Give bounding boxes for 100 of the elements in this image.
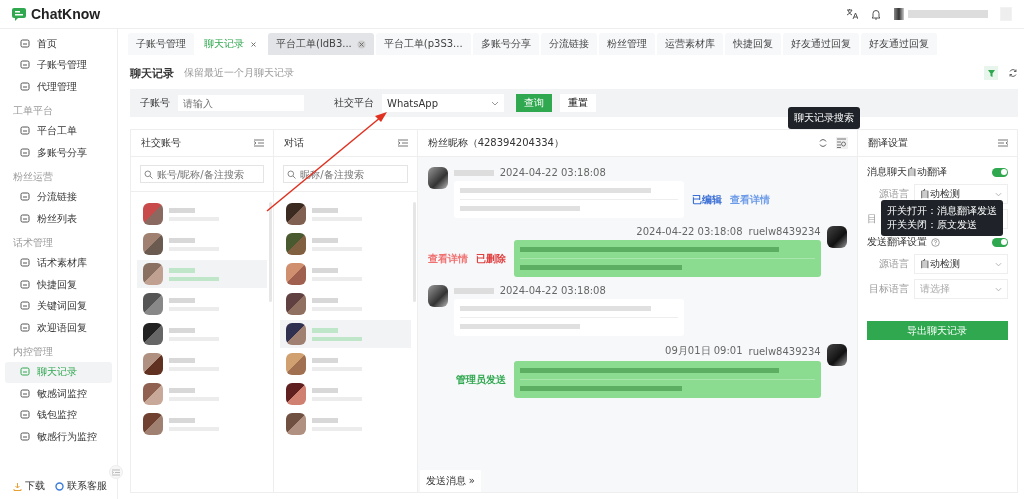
nav-icon	[20, 279, 30, 290]
filter-icon	[986, 68, 996, 78]
nav-section-title: 内控管理	[12, 344, 54, 359]
filter-button[interactable]	[984, 66, 998, 80]
contact-item[interactable]	[280, 320, 411, 348]
chevron-down-icon	[995, 286, 1002, 292]
list-toggle-icon[interactable]	[254, 139, 265, 147]
chevron-down-icon	[995, 261, 1002, 267]
nav-item[interactable]: 关键词回复	[5, 295, 112, 317]
nav-section-title: 工单平台	[12, 103, 54, 118]
search-list-icon	[836, 138, 847, 148]
nav-item[interactable]: 敏感行为监控	[5, 426, 112, 448]
nav-icon	[20, 147, 30, 158]
platform-select[interactable]: WhatsApp	[382, 94, 504, 112]
toggle-switch[interactable]	[992, 167, 1008, 177]
chevron-down-icon	[491, 100, 499, 106]
message-time: 09月01日 09:01	[665, 344, 743, 358]
blurred-name	[453, 287, 494, 294]
translate-icon[interactable]	[846, 8, 858, 20]
avatar	[826, 226, 847, 248]
download-icon	[13, 481, 22, 491]
nav-item[interactable]: 分流链接	[5, 186, 112, 208]
nav-item[interactable]: 欢迎语回复	[5, 317, 112, 339]
nav-section-title: 话术管理	[12, 235, 54, 250]
setting-label: 发送翻译设置	[866, 235, 927, 249]
tooltip: 聊天记录搜索	[787, 107, 860, 129]
tooltip-line: 开关打开：消息翻译发送	[886, 204, 997, 218]
tab[interactable]: 好友通过回复	[860, 33, 937, 55]
refresh-icon[interactable]	[1008, 68, 1018, 78]
nav-item[interactable]: 子账号管理	[5, 54, 112, 76]
user-avatar[interactable]	[894, 8, 904, 20]
tab[interactable]: 分流链接	[540, 33, 597, 55]
field-label: 子账号	[140, 96, 170, 110]
nav-icon	[20, 367, 30, 378]
nav-item[interactable]: 平台工单	[5, 120, 112, 142]
chevron-down-icon	[995, 191, 1002, 197]
nav-item[interactable]: 代理管理	[5, 76, 112, 98]
close-icon[interactable]	[249, 39, 258, 49]
nav-item[interactable]: 快捷回复	[5, 274, 112, 296]
sender-id: ruelw8439234	[748, 226, 821, 237]
nav-item[interactable]: 多账号分享	[5, 142, 112, 164]
nav-icon	[20, 38, 30, 49]
tab[interactable]: 运营素材库	[656, 33, 723, 55]
bell-icon[interactable]	[870, 8, 882, 20]
message-action-link[interactable]: 已删除	[475, 251, 506, 266]
search-field[interactable]: 账号/昵称/备注搜索	[140, 165, 265, 183]
tab[interactable]: 平台工单(ldB3...	[268, 33, 374, 55]
tab[interactable]: 快捷回复	[724, 33, 781, 55]
nav-icon	[20, 322, 30, 333]
message-action-link[interactable]: 已编辑	[691, 192, 722, 207]
avatar	[427, 167, 448, 189]
message-time: 2024-04-22 03:18:08	[499, 285, 606, 296]
nav-item[interactable]: 敏感词监控	[5, 383, 112, 405]
refresh-icon[interactable]	[817, 138, 828, 148]
tab[interactable]: 粉丝管理	[598, 33, 655, 55]
tab[interactable]: 平台工单(p3S3...	[375, 33, 471, 55]
nav-item[interactable]: 粉丝列表	[5, 208, 112, 230]
message-time: 2024-04-22 03:18:08	[499, 167, 606, 178]
panel-title: 对话	[284, 136, 305, 150]
nav-item[interactable]: 钱包监控	[5, 404, 112, 426]
reset-button[interactable]: 重置	[560, 94, 596, 112]
download-link[interactable]: 下载	[13, 479, 45, 493]
tab[interactable]: 多账号分享	[472, 33, 539, 55]
field-label: 源语言	[877, 257, 909, 271]
search-field[interactable]: 昵称/备注搜索	[283, 165, 408, 183]
tooltip-line: 开关关闭：原文发送	[886, 218, 978, 232]
search-records-button[interactable]	[835, 137, 848, 149]
close-icon[interactable]	[356, 39, 366, 49]
logo-icon	[12, 7, 26, 21]
language-select[interactable]: 自动检测	[913, 254, 1008, 274]
nav-item[interactable]: 话术素材库	[5, 252, 112, 274]
field-label: 源语言	[877, 187, 909, 201]
panel-title: 社交账号	[141, 136, 181, 150]
field-label: 社交平台	[334, 96, 374, 110]
nav-icon	[20, 410, 30, 421]
list-toggle-icon[interactable]	[998, 139, 1008, 147]
nav-icon	[20, 258, 30, 269]
page-title: 聊天记录	[130, 65, 174, 81]
nav-icon	[20, 213, 30, 224]
nav-icon	[20, 301, 30, 312]
nav-icon	[20, 192, 30, 203]
nav-icon	[20, 388, 30, 399]
support-link[interactable]: 联系客服	[55, 479, 107, 493]
list-toggle-icon[interactable]	[397, 139, 408, 147]
avatar	[427, 285, 448, 307]
menu-icon	[112, 468, 120, 476]
nav-icon	[20, 431, 30, 442]
setting-label: 消息聊天自动翻译	[866, 165, 947, 179]
nav-icon	[20, 81, 30, 92]
nav-section-title: 粉丝运营	[12, 169, 54, 184]
nav-item[interactable]: 首页	[5, 33, 112, 55]
field-label: 目标语言	[867, 282, 909, 296]
field-label: 目	[866, 212, 878, 226]
tab[interactable]: 好友通过回复	[782, 33, 859, 55]
brand-name: ChatKnow	[31, 6, 101, 22]
toggle-switch[interactable]	[992, 237, 1008, 247]
tab[interactable]: 子账号管理	[128, 33, 194, 55]
account-input-field[interactable]: 请输入	[178, 95, 304, 111]
send-message-button[interactable]: 发送消息 »	[419, 470, 481, 492]
sender-id: ruelw8439234	[748, 345, 821, 357]
